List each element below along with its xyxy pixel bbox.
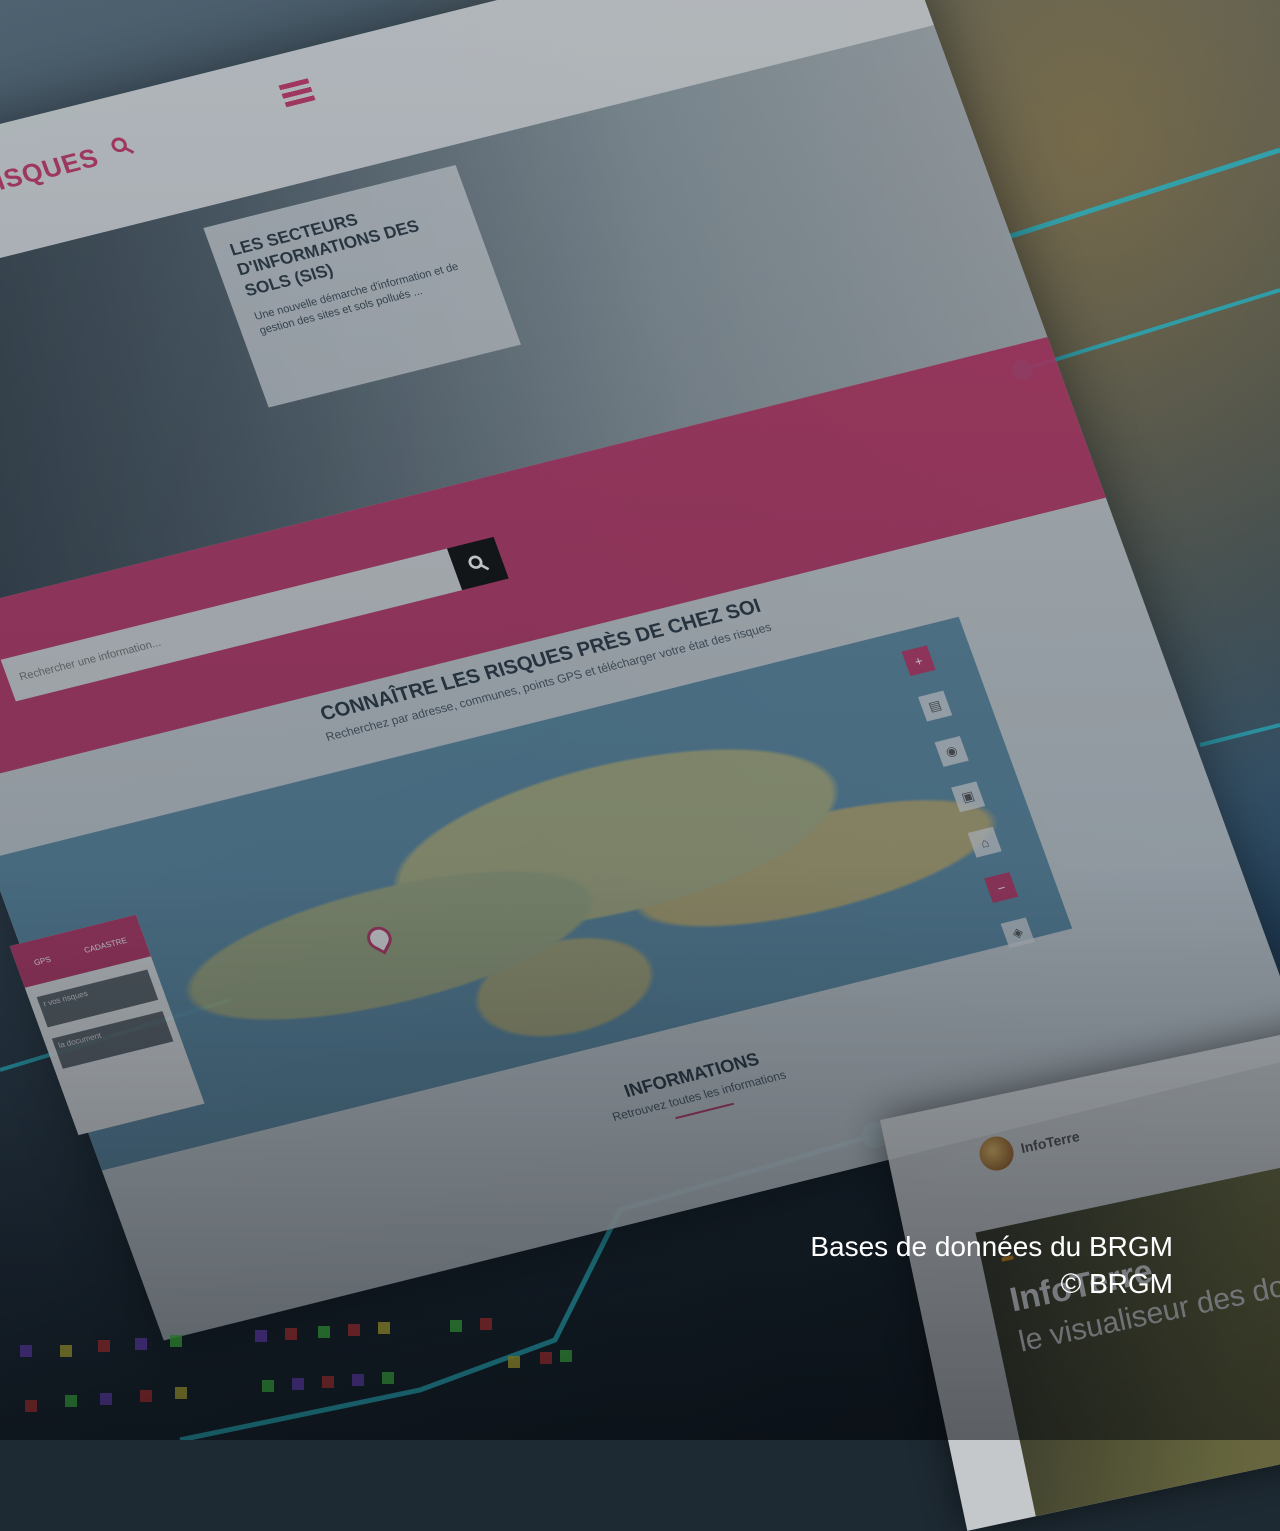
server-leds [20, 1318, 572, 1412]
background-scene: brgm GÉORISQUES LES SECTEURS D'INFORMATI… [0, 0, 1280, 1531]
image-caption: Bases de données du BRGM © BRGM [810, 1228, 1173, 1302]
caption-credit: © BRGM [1060, 1268, 1173, 1299]
caption-title: Bases de données du BRGM [810, 1231, 1173, 1262]
